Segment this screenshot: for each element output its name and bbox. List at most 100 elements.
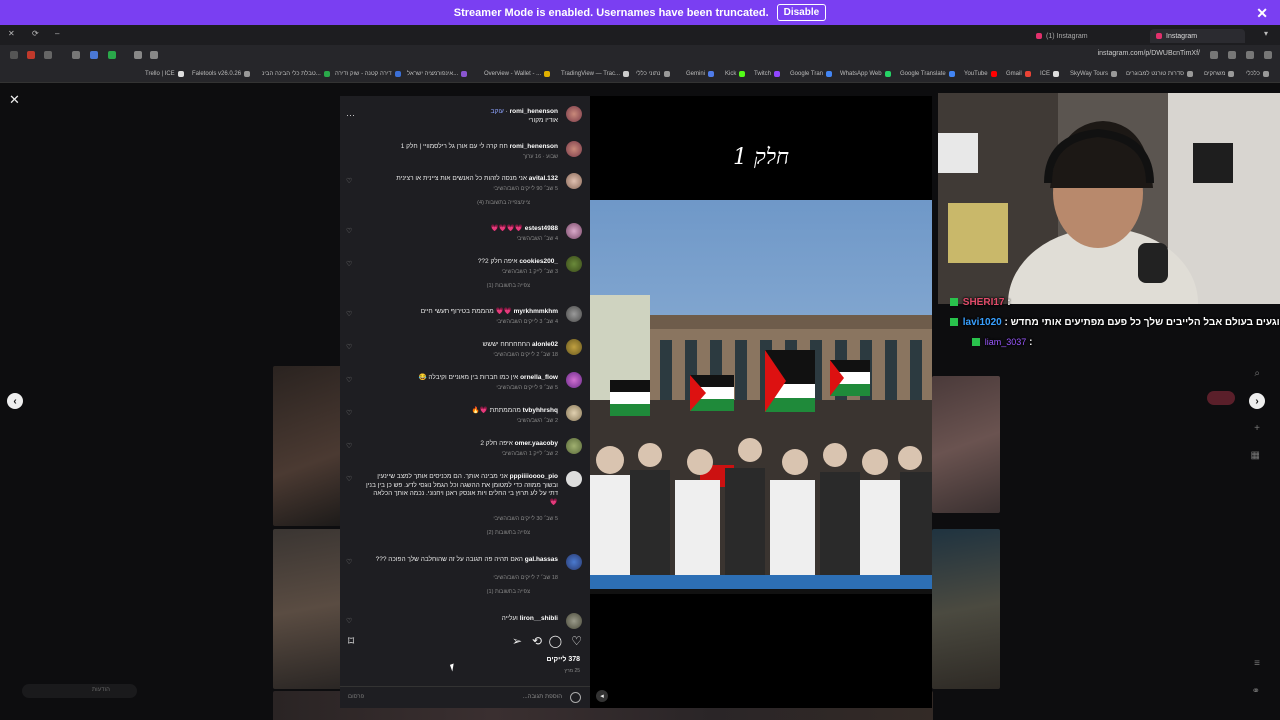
- close-banner-icon[interactable]: ✕: [1256, 5, 1268, 22]
- username[interactable]: romi_henenson: [510, 143, 558, 150]
- search-icon[interactable]: ⌕: [1254, 368, 1260, 379]
- bookmark-item[interactable]: Google Tran: [790, 71, 833, 77]
- view-replies-link[interactable]: צפייה בתשובות (2): [487, 530, 530, 536]
- username[interactable]: avital.132: [529, 175, 558, 182]
- username[interactable]: romi_henenson: [510, 108, 558, 115]
- bookmark-item[interactable]: SkyWay Tours: [1070, 71, 1118, 77]
- avatar[interactable]: [566, 106, 582, 122]
- avatar[interactable]: [566, 141, 582, 157]
- grid-thumbnail[interactable]: [932, 376, 1000, 513]
- heart-icon[interactable]: ♡: [346, 260, 352, 268]
- extension-icon[interactable]: [90, 51, 98, 59]
- chart-icon[interactable]: ▦: [1251, 450, 1260, 461]
- bookmark-item[interactable]: Twitch: [754, 71, 781, 77]
- tab-instagram-1[interactable]: (1) Instagram: [1030, 29, 1125, 43]
- heart-icon[interactable]: ♡: [571, 634, 582, 648]
- window-close-icon[interactable]: ✕: [8, 29, 15, 38]
- bookmark-item[interactable]: משחקים: [1204, 71, 1235, 77]
- heart-icon[interactable]: ♡: [346, 617, 352, 625]
- send-icon[interactable]: ➢: [512, 634, 522, 648]
- close-icon[interactable]: ✕: [9, 92, 20, 108]
- home-icon[interactable]: [1210, 51, 1218, 59]
- extension-icon[interactable]: [44, 51, 52, 59]
- bookmark-item[interactable]: Faletools v26.0.26: [192, 71, 251, 77]
- heart-icon[interactable]: ♡: [346, 343, 352, 351]
- username[interactable]: pppiiiioooo_pio: [510, 473, 558, 480]
- bookmark-item[interactable]: טבלת כלי הבינה הבינ...: [262, 71, 330, 77]
- grid-thumbnail[interactable]: [273, 529, 343, 689]
- back-icon[interactable]: [1264, 51, 1272, 59]
- bookmark-item[interactable]: Overview - Wallet - ...: [484, 71, 551, 77]
- avatar[interactable]: [566, 372, 582, 388]
- grid-thumbnail[interactable]: [932, 529, 1000, 689]
- tab-menu-icon[interactable]: ▾: [1264, 29, 1268, 38]
- plus-icon[interactable]: +: [1254, 423, 1260, 434]
- bookmark-item[interactable]: Trello | ICE: [145, 71, 184, 77]
- heart-icon[interactable]: ♡: [346, 409, 352, 417]
- avatar[interactable]: [566, 306, 582, 322]
- history-icon[interactable]: [150, 51, 158, 59]
- username[interactable]: omer.yaacoby: [515, 440, 558, 447]
- heart-icon[interactable]: ♡: [346, 177, 352, 185]
- reload-icon[interactable]: [1228, 51, 1236, 59]
- username[interactable]: _cookies200: [519, 258, 558, 265]
- extension-icon[interactable]: [72, 51, 80, 59]
- avatar[interactable]: [566, 405, 582, 421]
- grid-thumbnail[interactable]: [273, 366, 343, 526]
- add-comment-input[interactable]: הוספת תגובה...: [523, 694, 562, 700]
- tab-instagram-2[interactable]: Instagram: [1150, 29, 1245, 43]
- avatar[interactable]: [566, 339, 582, 355]
- meta-icon[interactable]: ⚭: [1252, 686, 1260, 697]
- star-icon[interactable]: [134, 51, 142, 59]
- bookmark-item[interactable]: TradingView — Trac...: [561, 71, 630, 77]
- view-replies-link[interactable]: צפייה בתשובות (1): [487, 589, 530, 595]
- heart-icon[interactable]: ♡: [346, 310, 352, 318]
- heart-icon[interactable]: ♡: [346, 376, 352, 384]
- username[interactable]: estest4988: [525, 225, 558, 232]
- extension-icon[interactable]: [108, 51, 116, 59]
- menu-icon[interactable]: [10, 51, 18, 59]
- username[interactable]: ornella_flow: [520, 374, 558, 381]
- bookmark-item[interactable]: Kick: [725, 71, 746, 77]
- post-comment-button[interactable]: פרסום: [348, 694, 364, 700]
- bookmark-item[interactable]: אינפורמציה ישראל...: [407, 71, 468, 77]
- heart-icon[interactable]: ♡: [346, 558, 352, 566]
- bookmark-item[interactable]: דירה קטנה - שוק ודירה: [335, 71, 401, 77]
- avatar[interactable]: [566, 471, 582, 487]
- username[interactable]: myrkhmmkhm: [514, 308, 558, 315]
- chevron-right-icon[interactable]: ›: [1249, 393, 1265, 409]
- disable-button[interactable]: Disable: [776, 4, 827, 21]
- extension-icon[interactable]: [27, 51, 35, 59]
- audio-label[interactable]: אודיו מקורי: [366, 117, 558, 126]
- emoji-icon[interactable]: [570, 692, 581, 703]
- avatar[interactable]: [566, 438, 582, 454]
- bookmark-item[interactable]: כלכלי: [1246, 71, 1269, 77]
- follow-button[interactable]: עוקב: [491, 108, 504, 115]
- bookmark-item[interactable]: Gemini: [686, 71, 715, 77]
- avatar[interactable]: [566, 554, 582, 570]
- bookmark-item[interactable]: Gmail: [1006, 71, 1031, 77]
- forward-icon[interactable]: [1246, 51, 1254, 59]
- heart-icon[interactable]: ♡: [346, 227, 352, 235]
- heart-icon[interactable]: ♡: [346, 442, 352, 450]
- address-bar[interactable]: instagram.com/p/DWUBcnTimXf/: [1098, 50, 1200, 57]
- username[interactable]: gal.hassas: [525, 556, 558, 563]
- view-replies-link[interactable]: ציינ/צפייה בתשובות (4): [477, 200, 530, 206]
- heart-icon[interactable]: ♡: [346, 475, 352, 483]
- bookmark-item[interactable]: סדרות טורנט למבוגרים: [1126, 71, 1194, 77]
- avatar[interactable]: [566, 256, 582, 272]
- bookmark-item[interactable]: נתוני כללי: [636, 71, 670, 77]
- mute-icon[interactable]: ◂: [596, 690, 608, 702]
- bookmark-icon[interactable]: ⌑: [348, 634, 354, 648]
- chevron-left-icon[interactable]: ‹: [7, 393, 23, 409]
- bookmark-item[interactable]: WhatsApp Web: [840, 71, 891, 77]
- minimize-icon[interactable]: –: [55, 29, 59, 38]
- view-replies-link[interactable]: צפייה בתשובות (1): [487, 283, 530, 289]
- username[interactable]: liron__shibli: [520, 615, 558, 622]
- avatar[interactable]: [566, 223, 582, 239]
- bookmark-item[interactable]: ICE: [1040, 71, 1060, 77]
- repost-icon[interactable]: ⟲: [532, 634, 542, 648]
- username[interactable]: alonle02: [532, 341, 558, 348]
- bookmark-item[interactable]: Google Translate: [900, 71, 955, 77]
- notification-badge[interactable]: [1207, 391, 1235, 405]
